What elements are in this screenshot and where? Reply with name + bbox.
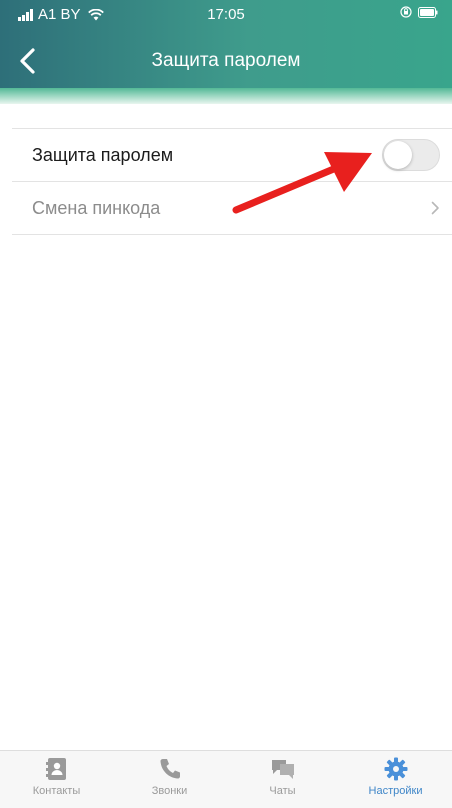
tab-settings-label: Настройки (368, 785, 423, 797)
password-protection-label: Защита паролем (32, 144, 174, 165)
orientation-lock-icon (400, 6, 412, 18)
toggle-knob (384, 141, 412, 169)
nav-bar: Защита паролем (0, 38, 452, 84)
tab-calls-label: Звонки (151, 785, 188, 797)
tab-settings[interactable]: Настройки (339, 751, 452, 808)
password-protection-toggle[interactable] (382, 139, 440, 171)
status-bar: A1 BY 17:05 (0, 0, 452, 28)
page-title: Защита паролем (151, 50, 301, 71)
tab-chats[interactable]: Чаты (226, 751, 339, 808)
contacts-icon (45, 758, 66, 780)
change-pin-label: Смена пинкода (32, 197, 161, 218)
battery-icon (418, 6, 438, 18)
status-time: 17:05 (207, 6, 245, 23)
gear-icon (384, 757, 407, 781)
password-protection-screen: A1 BY 17:05 Защита паролем Защита пароле… (0, 0, 452, 808)
tab-bar: Контакты Звонки Чаты Настройки (0, 750, 452, 808)
tab-contacts[interactable]: Контакты (0, 751, 113, 808)
status-right (400, 6, 438, 18)
phone-icon (160, 759, 180, 779)
tab-calls[interactable]: Звонки (113, 751, 226, 808)
annotation-arrow (232, 152, 372, 214)
header: A1 BY 17:05 Защита паролем (0, 0, 452, 100)
header-shadow-strip (0, 88, 452, 104)
tab-chats-label: Чаты (269, 785, 296, 797)
tab-contacts-label: Контакты (32, 785, 81, 797)
chats-icon (271, 760, 294, 779)
chevron-right-icon (431, 201, 439, 215)
